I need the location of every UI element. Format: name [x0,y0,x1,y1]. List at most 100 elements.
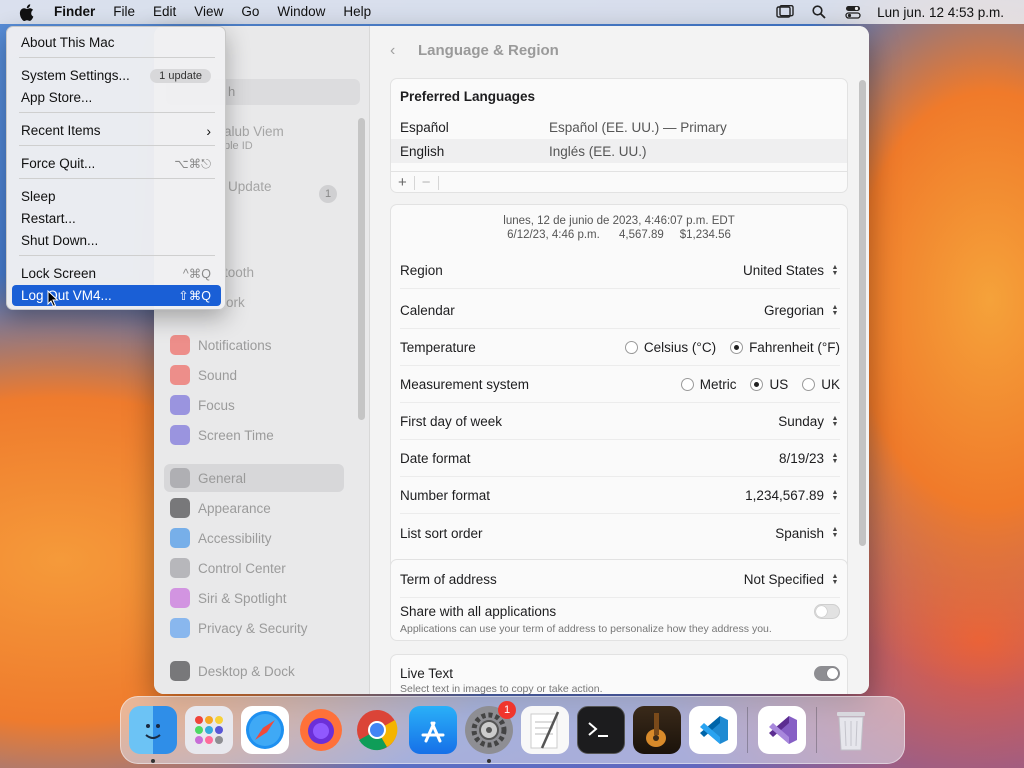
calendar-popup[interactable]: Gregorian ▲ ▼ [764,303,840,319]
garageband-app-icon[interactable] [633,706,681,754]
menu-help[interactable]: Help [334,0,380,24]
date-format-popup[interactable]: 8/19/23 ▲ ▼ [779,451,840,467]
sidebar-item-siri-spotlight[interactable]: Siri & Spotlight [164,584,344,612]
about-this-mac-item[interactable]: About This Mac [12,32,221,53]
menu-go[interactable]: Go [232,0,268,24]
term-of-address-card: Term of address Not Specified ▲ ▼ Share wi… [390,559,848,641]
live-text-description: Select text in images to copy or take ac… [400,683,603,694]
chevron-right-icon: › [206,122,211,139]
apple-menu-dropdown: About This Mac System Settings... 1 updat… [6,26,226,310]
stepper-icon: ▲ ▼ [831,488,839,502]
menu-finder[interactable]: Finder [45,0,104,24]
screen-mirroring-icon[interactable] [775,4,795,20]
notifications-icon [170,335,190,355]
gear-icon [170,468,190,488]
fahrenheit-radio[interactable]: Fahrenheit (°F) [730,340,840,355]
content-scrollbar[interactable] [859,80,866,546]
firefox-app-icon[interactable] [297,706,345,754]
sidebar-item-general[interactable]: General [164,464,344,492]
uk-radio[interactable]: UK [802,377,840,392]
chrome-app-icon[interactable] [353,706,401,754]
visual-studio-app-icon[interactable] [758,706,806,754]
metric-radio[interactable]: Metric [680,377,736,392]
siri-icon [170,588,190,608]
sidebar-item-bluetooth[interactable]: tooth [224,265,254,280]
restart-item[interactable]: Restart... [12,208,221,229]
dock-separator [747,707,748,753]
terminal-app-icon[interactable] [577,706,625,754]
accessibility-icon [170,528,190,548]
sidebar-item-privacy-security[interactable]: Privacy & Security [164,614,344,642]
menu-separator [19,255,215,256]
force-quit-item[interactable]: Force Quit... ⌥⌘⎋ [12,153,221,174]
language-row-espanol[interactable]: Español Español (EE. UU.) — Primary [391,115,847,139]
sidebar-item-screen-time[interactable]: Screen Time [164,421,344,449]
menu-window[interactable]: Window [268,0,334,24]
sort-order-popup[interactable]: Spanish ▲ ▼ [775,525,840,541]
menu-file[interactable]: File [104,0,144,24]
trash-icon[interactable] [827,706,875,754]
live-text-toggle[interactable] [814,665,840,681]
share-row: Share with all applications [400,599,840,623]
sort-order-row: List sort order Spanish ▲ ▼ [400,525,840,541]
remove-language-button[interactable]: − [415,174,438,191]
menu-view[interactable]: View [185,0,232,24]
safari-app-icon[interactable] [241,706,289,754]
sidebar-user-name[interactable]: alub Viem [224,124,284,139]
menu-edit[interactable]: Edit [144,0,185,24]
sidebar-item-network[interactable]: ork [226,295,245,310]
stepper-icon: ▲ ▼ [831,263,839,277]
apple-menu-icon[interactable] [17,3,35,21]
focus-icon [170,395,190,415]
number-format-popup[interactable]: 1,234,567.89 ▲ ▼ [745,488,840,504]
sidebar-scrollbar[interactable] [358,118,365,420]
language-row-english[interactable]: English Inglés (EE. UU.) [391,139,847,163]
textedit-app-icon[interactable] [521,706,569,754]
system-settings-app-icon[interactable]: 1 [465,701,516,763]
mouse-pointer-icon [47,289,59,308]
sidebar-item-control-center[interactable]: Control Center [164,554,344,582]
control-center-icon[interactable] [843,4,863,20]
sidebar-software-update[interactable]: Update [228,179,272,194]
menu-separator [19,145,215,146]
control-center-icon [170,558,190,578]
system-settings-item[interactable]: System Settings... 1 update [12,65,221,86]
recent-items-item[interactable]: Recent Items › [12,120,221,141]
sidebar-item-notifications[interactable]: Notifications [164,331,344,359]
dock-separator [816,707,817,753]
lock-screen-item[interactable]: Lock Screen ^⌘Q [12,263,221,284]
app-store-item[interactable]: App Store... [12,87,221,108]
stepper-icon: ▲ ▼ [831,303,839,317]
region-popup[interactable]: United States ▲ ▼ [743,263,840,279]
back-chevron-icon[interactable]: ‹ [390,42,395,60]
preferred-languages-heading: Preferred Languages [400,89,536,104]
us-radio[interactable]: US [750,377,788,392]
term-of-address-popup[interactable]: Not Specified ▲ ▼ [744,572,840,588]
live-text-row: Live Text [400,661,840,685]
launchpad-app-icon[interactable] [185,706,233,754]
spotlight-search-icon[interactable] [809,4,829,20]
log-out-item[interactable]: Log Out VM4... ⇧⌘Q [12,285,221,306]
appearance-icon [170,498,190,518]
sidebar-item-sound[interactable]: Sound [164,361,344,389]
share-toggle[interactable] [814,603,840,619]
celsius-radio[interactable]: Celsius (°C) [624,340,716,355]
finder-app-icon[interactable] [129,706,177,763]
sidebar-user-sub: ple ID [224,140,253,152]
first-day-popup[interactable]: Sunday ▲ ▼ [778,414,840,430]
sleep-item[interactable]: Sleep [12,186,221,207]
menu-separator [19,57,215,58]
sound-icon [170,365,190,385]
temperature-row: Temperature Celsius (°C) Fahrenheit (°F) [400,330,840,366]
sidebar-item-focus[interactable]: Focus [164,391,344,419]
vscode-app-icon[interactable] [689,706,737,754]
menubar-clock[interactable]: Lun jun. 12 4:53 p.m. [877,5,1004,20]
calendar-row: Calendar Gregorian ▲ ▼ [400,293,840,329]
add-language-button[interactable]: + [391,174,414,191]
sidebar-item-desktop-dock[interactable]: Desktop & Dock [164,657,344,685]
sidebar-item-appearance[interactable]: Appearance [164,494,344,522]
app-store-app-icon[interactable] [409,706,457,754]
sidebar-item-accessibility[interactable]: Accessibility [164,524,344,552]
shut-down-item[interactable]: Shut Down... [12,230,221,251]
sidebar-update-badge: 1 [319,185,337,203]
